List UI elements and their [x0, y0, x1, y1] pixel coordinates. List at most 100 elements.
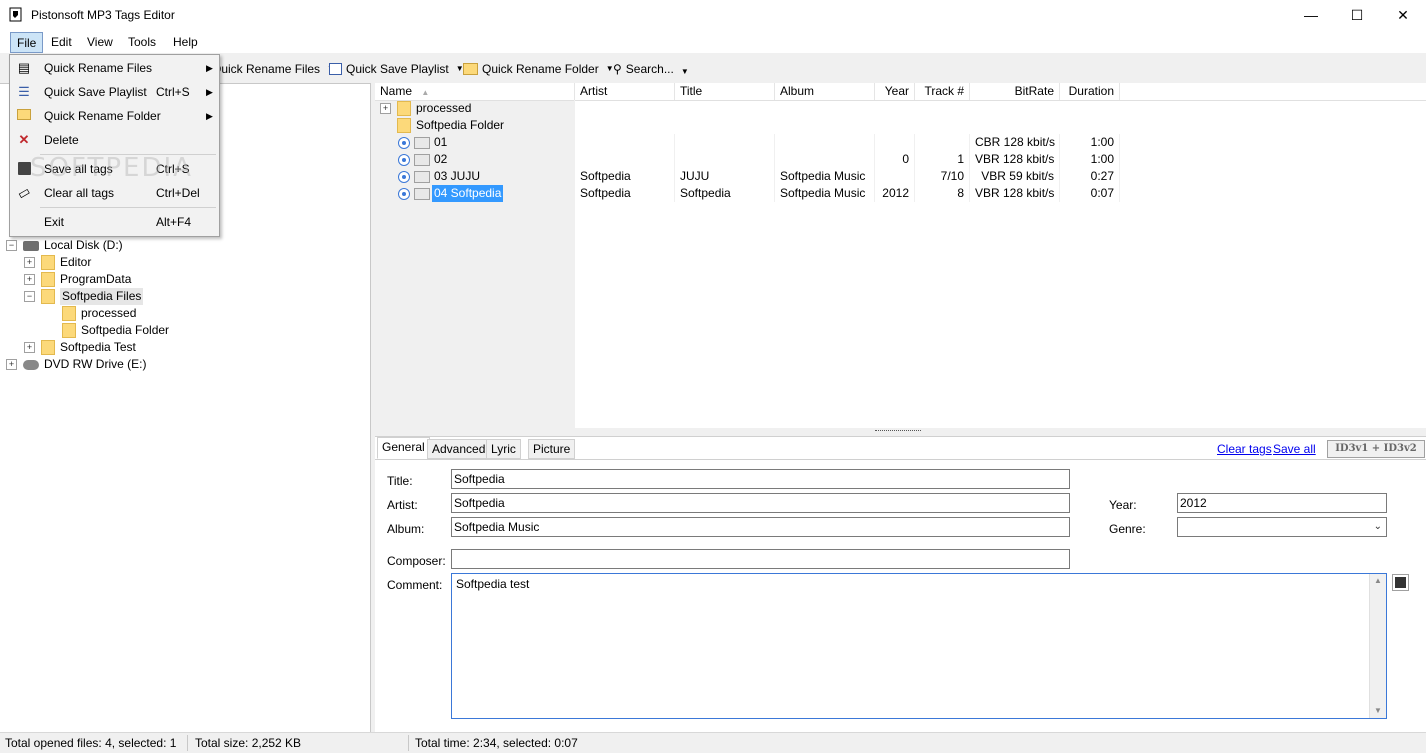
collapse-icon[interactable]: − [6, 240, 17, 251]
list-folder-row[interactable]: + processed [375, 100, 1120, 117]
save-all-link[interactable]: Save all [1273, 442, 1316, 456]
cell-album: Softpedia Music [775, 185, 875, 202]
table-row[interactable]: 01 CBR 128 kbit/s 1:00 [375, 134, 1120, 151]
tree-node-softpedia-files[interactable]: − Softpedia Files [24, 288, 144, 305]
genre-select[interactable]: ⌄ [1177, 517, 1387, 537]
tree-node-processed[interactable]: processed [62, 305, 136, 322]
list-folder-row[interactable]: Softpedia Folder [375, 117, 1120, 134]
menu-tools[interactable]: Tools [122, 32, 162, 52]
file-menu-dropdown: ▤ Quick Rename Files ▶ ☰ Quick Save Play… [9, 54, 220, 237]
quick-rename-folder-label: Quick Rename Folder [482, 62, 599, 76]
minimize-button[interactable]: — [1288, 0, 1334, 31]
folder-icon [397, 118, 411, 133]
table-row[interactable]: 03 JUJU Softpedia JUJU Softpedia Music 7/10 V… [375, 168, 1120, 185]
no-picture-icon [414, 171, 430, 183]
cell-album [775, 134, 875, 151]
tree-node-editor[interactable]: + Editor [24, 254, 91, 271]
menu-item-delete[interactable]: ✕ Delete [10, 128, 219, 152]
table-row[interactable]: 04 Softpedia Softpedia Softpedia Softpedia … [375, 185, 1120, 202]
binoculars-icon: ⚲ [613, 62, 622, 76]
tree-node-softpedia-folder[interactable]: Softpedia Folder [62, 322, 169, 339]
cell-artist: Softpedia [575, 168, 675, 185]
folder-rename-icon [16, 109, 32, 123]
tree-node-programdata[interactable]: + ProgramData [24, 271, 131, 288]
column-header-year[interactable]: Year [875, 83, 915, 100]
year-field[interactable]: 2012 [1177, 493, 1387, 513]
maximize-button[interactable]: ☐ [1334, 0, 1380, 31]
column-header-album[interactable]: Album [775, 83, 875, 100]
chevron-down-icon[interactable]: ⌄ [1374, 518, 1382, 536]
menu-item-clear-all-tags[interactable]: ▭ Clear all tags Ctrl+Del [10, 181, 219, 205]
menu-item-quick-rename-folder[interactable]: Quick Rename Folder ▶ [10, 104, 219, 128]
scroll-up-icon[interactable]: ▲ [1370, 574, 1386, 588]
expand-icon[interactable]: + [24, 342, 35, 353]
splitter-grip[interactable] [875, 430, 921, 434]
pane-splitter[interactable] [375, 428, 1426, 436]
artist-field[interactable]: Softpedia [451, 493, 1070, 513]
comment-textarea[interactable]: Softpedia test ▲ ▼ [451, 573, 1387, 719]
expand-icon[interactable]: + [6, 359, 17, 370]
title-label: Title: [387, 474, 413, 488]
composer-label: Composer: [387, 554, 446, 568]
dvd-drive-icon [23, 359, 39, 370]
chevron-down-icon[interactable]: ▼ [681, 62, 689, 82]
cell-year: 2012 [875, 185, 915, 202]
quick-rename-folder-button[interactable]: Quick Rename Folder ▼ [463, 59, 614, 79]
comment-scrollbar[interactable]: ▲ ▼ [1369, 574, 1386, 718]
collapse-icon[interactable]: − [24, 291, 35, 302]
expand-icon[interactable]: + [380, 103, 391, 114]
eraser-icon: ▭ [14, 183, 33, 203]
tab-lyric[interactable]: Lyric [486, 439, 521, 459]
menu-item-label: Exit [44, 215, 65, 229]
cell-title: Softpedia [675, 185, 775, 202]
file-name-cell: 01 [432, 134, 451, 151]
menu-edit[interactable]: Edit [45, 32, 78, 52]
column-header-duration[interactable]: Duration [1060, 83, 1120, 100]
column-header-track[interactable]: Track # [915, 83, 970, 100]
tab-picture[interactable]: Picture [528, 439, 576, 459]
file-list[interactable]: Name ▲ Artist Title Album Year Track # B… [375, 83, 1426, 428]
album-field[interactable]: Softpedia Music [451, 517, 1070, 537]
table-row[interactable]: 02 0 1 VBR 128 kbit/s 1:00 [375, 151, 1120, 168]
tree-node-label: Softpedia Test [60, 340, 136, 354]
artist-label: Artist: [387, 498, 418, 512]
tag-version-badge[interactable]: ID3v1 + ID3v2 [1327, 440, 1425, 458]
tree-node-label: Editor [60, 255, 92, 269]
tree-node-dvd-rw-drive-e[interactable]: + DVD RW Drive (E:) [6, 356, 146, 373]
cell-album: Softpedia Music [775, 168, 875, 185]
menu-item-exit[interactable]: Exit Alt+F4 [10, 210, 219, 234]
expand-icon[interactable]: + [24, 257, 35, 268]
folder-name: Softpedia Folder [411, 117, 575, 134]
menu-help[interactable]: Help [167, 32, 204, 52]
menu-file[interactable]: File [10, 32, 44, 53]
quick-rename-files-button[interactable]: Quick Rename Files ▼ [212, 59, 335, 79]
save-comment-button[interactable] [1392, 574, 1409, 591]
menu-item-quick-save-playlist[interactable]: ☰ Quick Save Playlist Ctrl+S ▶ [10, 80, 219, 104]
status-bar: Total opened files: 4, selected: 1 Total… [0, 732, 1426, 753]
cell-title [675, 134, 775, 151]
menu-view[interactable]: View [81, 32, 119, 52]
tab-general[interactable]: General [377, 437, 430, 459]
no-picture-icon [414, 154, 430, 166]
tab-advanced[interactable]: Advanced [427, 439, 491, 459]
title-field[interactable]: Softpedia [451, 469, 1070, 489]
column-header-name[interactable]: Name ▲ [375, 83, 575, 100]
column-header-title[interactable]: Title [675, 83, 775, 100]
close-button[interactable]: ✕ [1380, 0, 1426, 31]
cell-duration: 0:27 [1060, 168, 1120, 185]
expand-icon[interactable]: + [24, 274, 35, 285]
composer-field[interactable] [451, 549, 1070, 569]
tree-node-local-disk-d[interactable]: − Local Disk (D:) [6, 237, 123, 254]
column-header-bitrate[interactable]: BitRate [970, 83, 1060, 100]
quick-save-playlist-button[interactable]: Quick Save Playlist ▼ [329, 59, 464, 79]
tree-node-softpedia-test[interactable]: + Softpedia Test [24, 339, 136, 356]
cell-bitrate: VBR 128 kbit/s [970, 151, 1060, 168]
search-button[interactable]: ⚲ Search... ▼ [613, 59, 689, 79]
column-header-artist[interactable]: Artist [575, 83, 675, 100]
menu-item-quick-rename-files[interactable]: ▤ Quick Rename Files ▶ [10, 56, 219, 80]
status-separator [187, 735, 188, 751]
quick-save-playlist-label: Quick Save Playlist [346, 62, 449, 76]
clear-tags-link[interactable]: Clear tags [1217, 442, 1272, 456]
tab-strip-border [375, 459, 1426, 460]
scroll-down-icon[interactable]: ▼ [1370, 704, 1386, 718]
